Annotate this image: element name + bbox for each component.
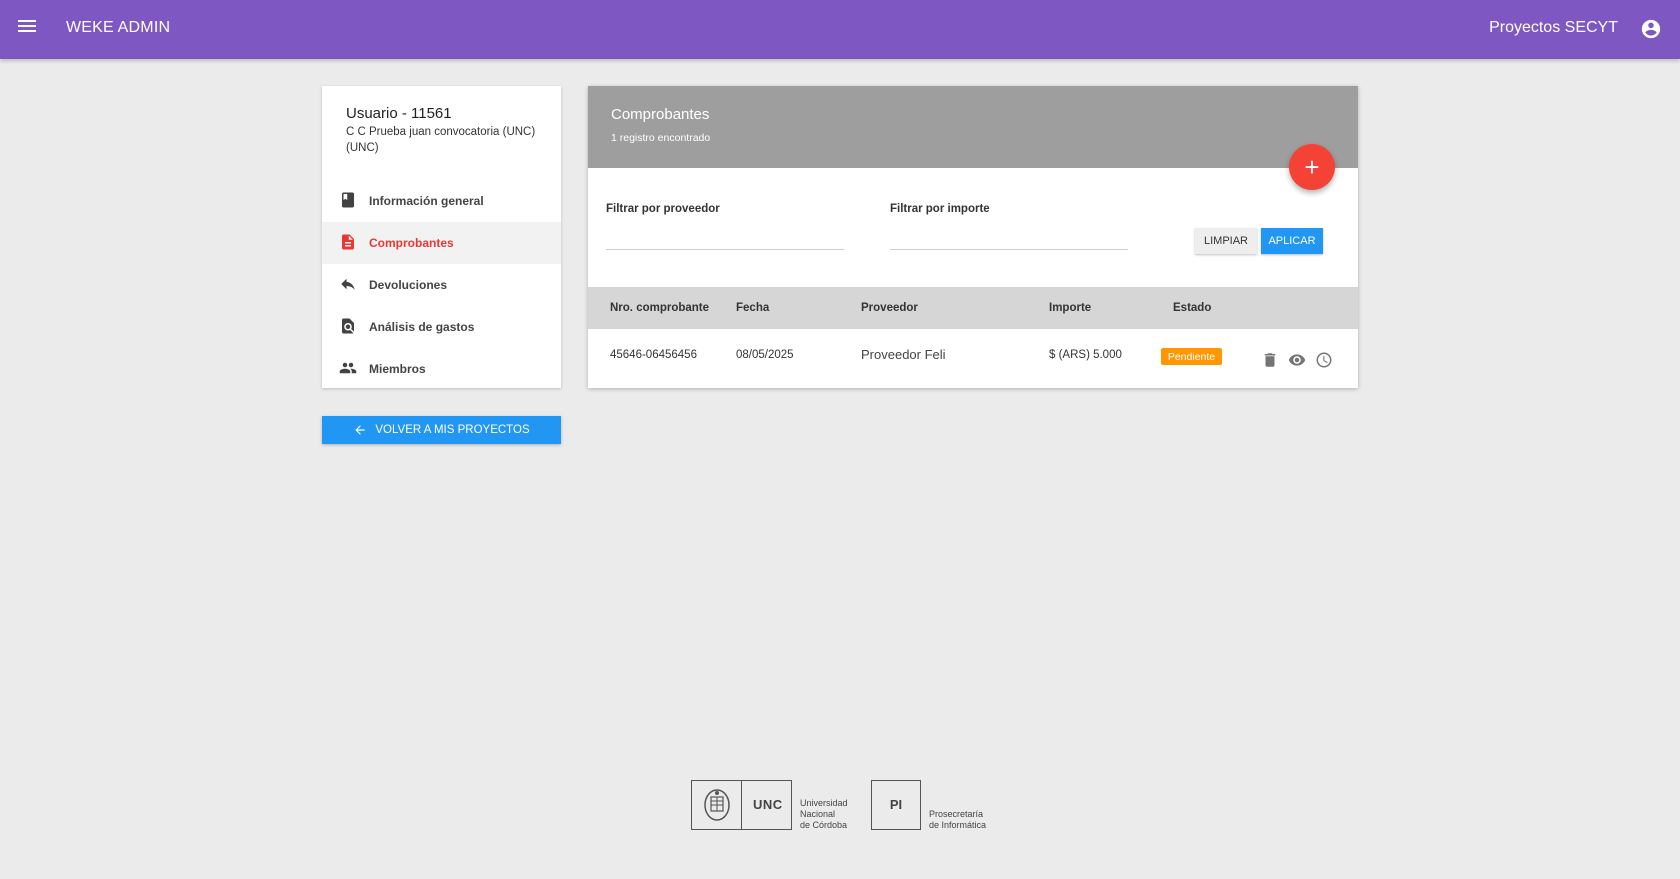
table-header: Nro. comprobante Fecha Proveedor Importe… — [588, 287, 1358, 329]
records-count: 1 registro encontrado — [611, 132, 711, 144]
back-button-label: VOLVER A MIS PROYECTOS — [375, 424, 530, 436]
unc-abbr: UNC — [753, 797, 783, 812]
nav-item-label: Análisis de gastos — [369, 320, 475, 334]
nav-item-label: Devoluciones — [369, 278, 448, 292]
column-header-importe: Importe — [1049, 302, 1092, 314]
pi-name-line: Prosecretaría — [929, 809, 984, 819]
pi-full-name: Prosecretaría de Informática — [929, 809, 986, 831]
nav-item-informacion-general[interactable]: Información general — [322, 180, 561, 222]
column-header-nro: Nro. comprobante — [610, 302, 710, 314]
back-to-projects-button[interactable]: VOLVER A MIS PROYECTOS — [322, 416, 561, 444]
column-header-estado: Estado — [1173, 302, 1212, 314]
filter-importe-input[interactable] — [890, 224, 1128, 250]
unc-seal-icon — [704, 789, 730, 821]
user-title: Usuario - 11561 — [346, 105, 452, 122]
view-icon[interactable] — [1288, 351, 1306, 369]
card-header: Comprobantes 1 registro encontrado — [588, 86, 1358, 168]
comprobantes-card: Comprobantes 1 registro encontrado + Fil… — [588, 86, 1358, 388]
cell-nro: 45646-06456456 — [610, 349, 697, 361]
project-nav: Información general Comprobantes Devoluc… — [322, 180, 561, 390]
unc-name-line: Nacional — [800, 809, 836, 819]
app-title: WEKE ADMIN — [66, 19, 171, 36]
clear-filters-button[interactable]: LIMPIAR — [1195, 228, 1257, 254]
section-title: Proyectos SECYT — [1489, 19, 1618, 36]
card-title: Comprobantes — [611, 106, 710, 123]
unc-logo: UNC — [691, 780, 792, 830]
filter-proveedor-input[interactable] — [606, 224, 844, 250]
filter-proveedor-label: Filtrar por proveedor — [606, 203, 720, 215]
footer-logos: UNC Universidad Nacional de Córdoba PI P… — [691, 780, 991, 832]
user-card: Usuario - 11561 C C Prueba juan convocat… — [322, 86, 561, 388]
column-header-proveedor: Proveedor — [861, 302, 918, 314]
arrow-back-icon — [355, 425, 366, 435]
nav-item-analisis-gastos[interactable]: Análisis de gastos — [322, 306, 561, 348]
unc-name-line: de Córdoba — [800, 820, 848, 830]
delete-icon[interactable] — [1261, 351, 1279, 369]
nav-item-label: Información general — [369, 194, 484, 208]
apply-filters-button[interactable]: APLICAR — [1261, 228, 1323, 254]
unc-full-name: Universidad Nacional de Córdoba — [800, 798, 848, 831]
people-icon — [339, 362, 357, 374]
document-icon — [342, 234, 354, 250]
reply-icon — [341, 278, 355, 290]
book-icon — [342, 192, 354, 208]
pi-logo: PI — [871, 780, 921, 830]
nav-item-miembros[interactable]: Miembros — [322, 348, 561, 390]
column-header-fecha: Fecha — [736, 302, 770, 314]
pi-name-line: de Informática — [929, 820, 987, 830]
nav-item-label: Miembros — [369, 362, 426, 376]
filter-importe-label: Filtrar por importe — [890, 203, 990, 215]
account-circle-icon[interactable] — [1640, 18, 1662, 40]
nav-item-comprobantes[interactable]: Comprobantes — [322, 222, 561, 264]
nav-item-label: Comprobantes — [369, 236, 454, 250]
find-in-page-icon — [342, 318, 354, 334]
cell-proveedor: Proveedor Feli — [861, 347, 946, 362]
pi-abbr: PI — [889, 797, 903, 812]
top-app-bar: WEKE ADMIN Proyectos SECYT — [0, 0, 1680, 59]
cell-fecha: 08/05/2025 — [736, 349, 794, 361]
nav-item-devoluciones[interactable]: Devoluciones — [322, 264, 561, 306]
unc-name-line: Universidad — [800, 798, 848, 808]
table-row: 45646-06456456 08/05/2025 Proveedor Feli… — [588, 329, 1358, 388]
cell-importe: $ (ARS) 5.000 — [1049, 349, 1122, 361]
history-icon[interactable] — [1315, 351, 1333, 369]
add-comprobante-button[interactable]: + — [1289, 144, 1335, 190]
menu-icon[interactable] — [16, 17, 38, 39]
status-badge: Pendiente — [1161, 348, 1222, 365]
user-subtitle: C C Prueba juan convocatoria (UNC) (UNC) — [346, 126, 536, 154]
